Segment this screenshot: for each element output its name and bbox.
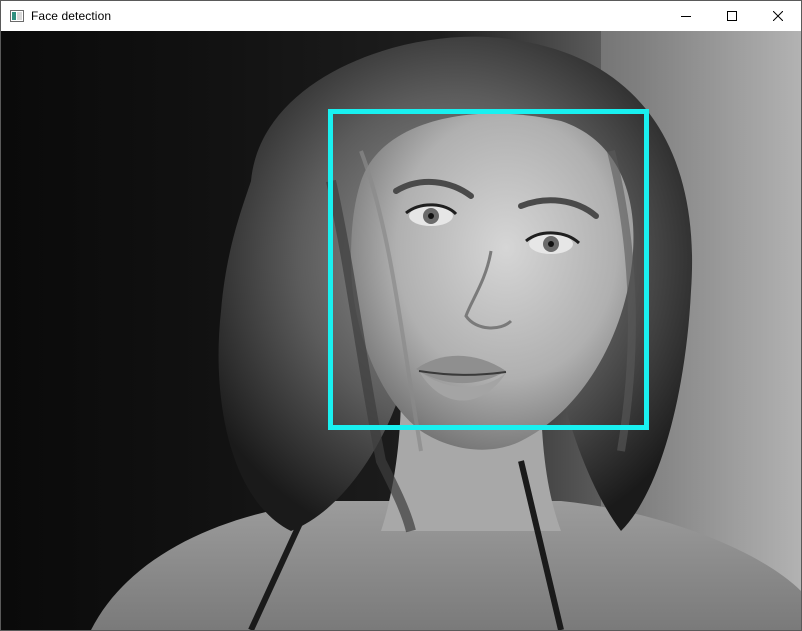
close-icon [773, 11, 783, 21]
maximize-button[interactable] [709, 1, 755, 31]
maximize-icon [727, 11, 737, 21]
window-title: Face detection [31, 9, 112, 23]
close-button[interactable] [755, 1, 801, 31]
opencv-window: Face detection [0, 0, 802, 631]
app-icon [9, 8, 25, 24]
title-bar[interactable]: Face detection [1, 1, 801, 31]
minimize-button[interactable] [663, 1, 709, 31]
minimize-icon [681, 16, 691, 17]
window-controls [663, 1, 801, 31]
image-canvas [1, 31, 801, 630]
face-detection-box [328, 109, 649, 430]
